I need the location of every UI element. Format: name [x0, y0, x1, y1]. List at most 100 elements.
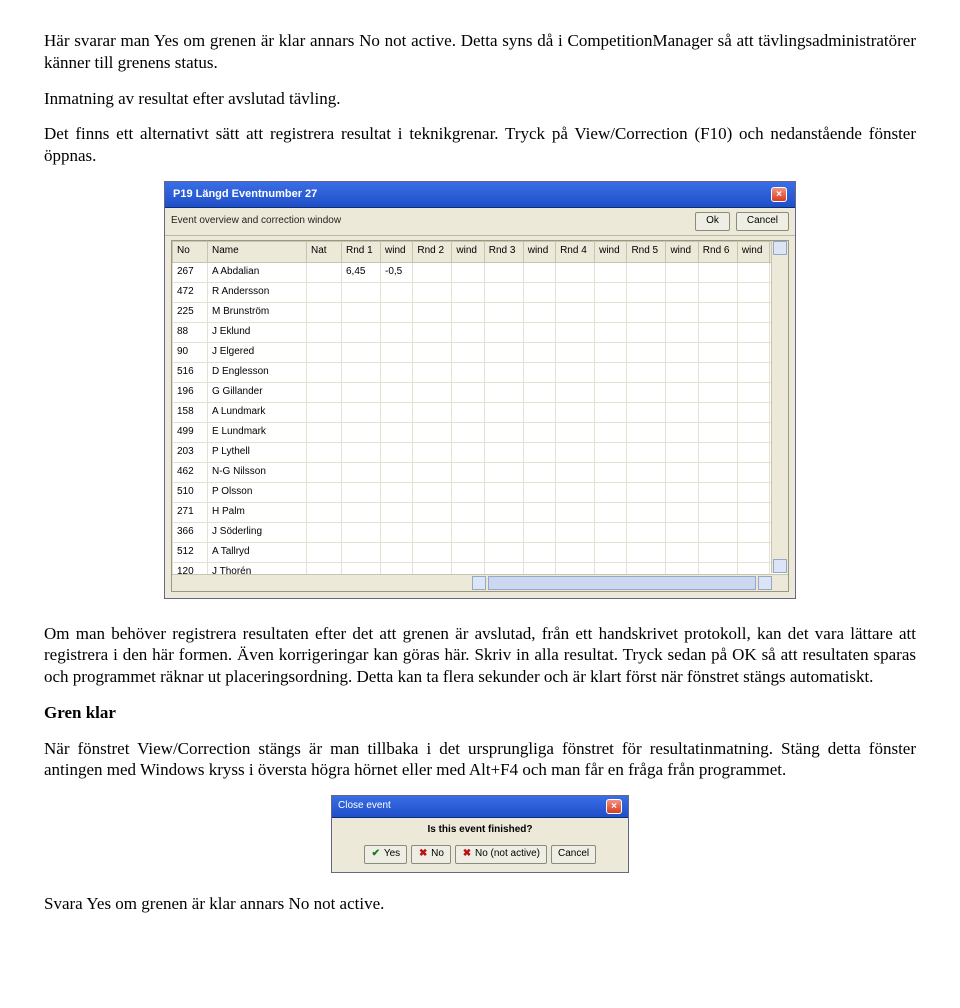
table-cell[interactable]: 516	[173, 362, 208, 382]
table-cell[interactable]	[698, 502, 737, 522]
table-cell[interactable]	[307, 302, 342, 322]
table-cell[interactable]	[595, 422, 627, 442]
no-not-active-button[interactable]: ✖No (not active)	[455, 845, 547, 864]
table-cell[interactable]	[627, 402, 666, 422]
table-cell[interactable]	[452, 502, 484, 522]
table-row[interactable]: 472R Andersson	[173, 282, 788, 302]
table-cell[interactable]: 462	[173, 462, 208, 482]
table-cell[interactable]	[737, 542, 769, 562]
table-cell[interactable]	[381, 422, 413, 442]
table-cell[interactable]	[666, 502, 698, 522]
table-cell[interactable]	[595, 442, 627, 462]
table-row[interactable]: 203P Lythell	[173, 442, 788, 462]
table-row[interactable]: 516D Englesson	[173, 362, 788, 382]
table-cell[interactable]	[698, 282, 737, 302]
table-cell[interactable]	[523, 502, 555, 522]
table-cell[interactable]: P Olsson	[208, 482, 307, 502]
vertical-scrollbar[interactable]	[771, 241, 788, 573]
table-cell[interactable]: D Englesson	[208, 362, 307, 382]
table-cell[interactable]	[627, 382, 666, 402]
table-cell[interactable]	[342, 322, 381, 342]
table-cell[interactable]	[698, 382, 737, 402]
table-cell[interactable]	[698, 402, 737, 422]
table-cell[interactable]	[342, 282, 381, 302]
table-cell[interactable]	[556, 402, 595, 422]
table-cell[interactable]	[342, 542, 381, 562]
table-cell[interactable]	[484, 382, 523, 402]
table-cell[interactable]	[484, 422, 523, 442]
table-cell[interactable]: J Söderling	[208, 522, 307, 542]
table-cell[interactable]	[666, 402, 698, 422]
table-cell[interactable]	[413, 322, 452, 342]
table-cell[interactable]: A Abdalian	[208, 262, 307, 282]
table-cell[interactable]	[666, 302, 698, 322]
table-cell[interactable]	[484, 442, 523, 462]
table-cell[interactable]	[595, 522, 627, 542]
close-icon[interactable]: ×	[606, 799, 622, 814]
table-cell[interactable]	[484, 302, 523, 322]
table-cell[interactable]	[381, 282, 413, 302]
table-cell[interactable]	[452, 402, 484, 422]
table-cell[interactable]	[523, 362, 555, 382]
table-cell[interactable]	[307, 502, 342, 522]
table-cell[interactable]	[413, 402, 452, 422]
table-cell[interactable]	[381, 482, 413, 502]
table-cell[interactable]	[452, 302, 484, 322]
table-cell[interactable]	[523, 402, 555, 422]
table-cell[interactable]	[556, 362, 595, 382]
table-cell[interactable]	[698, 262, 737, 282]
table-cell[interactable]	[666, 422, 698, 442]
table-cell[interactable]	[381, 522, 413, 542]
table-cell[interactable]	[556, 262, 595, 282]
table-cell[interactable]	[737, 402, 769, 422]
table-row[interactable]: 88J Eklund	[173, 322, 788, 342]
table-cell[interactable]	[452, 522, 484, 542]
horizontal-scrollbar[interactable]	[172, 574, 788, 591]
table-cell[interactable]	[452, 482, 484, 502]
table-cell[interactable]	[595, 362, 627, 382]
table-cell[interactable]	[381, 342, 413, 362]
table-cell[interactable]	[484, 342, 523, 362]
table-cell[interactable]: R Andersson	[208, 282, 307, 302]
table-cell[interactable]: 267	[173, 262, 208, 282]
table-cell[interactable]	[698, 522, 737, 542]
table-cell[interactable]: 203	[173, 442, 208, 462]
table-cell[interactable]	[381, 462, 413, 482]
table-cell[interactable]	[627, 502, 666, 522]
table-cell[interactable]: E Lundmark	[208, 422, 307, 442]
table-cell[interactable]	[307, 422, 342, 442]
table-cell[interactable]	[413, 342, 452, 362]
table-cell[interactable]	[627, 262, 666, 282]
table-cell[interactable]	[737, 502, 769, 522]
table-cell[interactable]: 88	[173, 322, 208, 342]
table-cell[interactable]	[627, 522, 666, 542]
table-cell[interactable]	[523, 342, 555, 362]
table-cell[interactable]	[556, 382, 595, 402]
yes-button[interactable]: ✔Yes	[364, 845, 407, 864]
table-cell[interactable]	[666, 482, 698, 502]
table-cell[interactable]	[556, 422, 595, 442]
table-cell[interactable]	[556, 502, 595, 522]
table-cell[interactable]	[452, 422, 484, 442]
table-cell[interactable]	[307, 442, 342, 462]
table-cell[interactable]	[523, 302, 555, 322]
table-cell[interactable]	[452, 542, 484, 562]
table-cell[interactable]	[413, 362, 452, 382]
table-cell[interactable]	[307, 262, 342, 282]
table-row[interactable]: 462N-G Nilsson	[173, 462, 788, 482]
table-cell[interactable]	[666, 282, 698, 302]
table-row[interactable]: 499E Lundmark	[173, 422, 788, 442]
table-cell[interactable]	[381, 542, 413, 562]
table-row[interactable]: 158A Lundmark	[173, 402, 788, 422]
table-cell[interactable]	[381, 442, 413, 462]
table-cell[interactable]: A Tallryd	[208, 542, 307, 562]
table-cell[interactable]	[737, 302, 769, 322]
table-cell[interactable]: 225	[173, 302, 208, 322]
table-cell[interactable]	[627, 282, 666, 302]
table-cell[interactable]	[484, 282, 523, 302]
table-cell[interactable]	[595, 462, 627, 482]
table-cell[interactable]	[342, 362, 381, 382]
table-cell[interactable]	[698, 422, 737, 442]
table-cell[interactable]: 196	[173, 382, 208, 402]
table-cell[interactable]	[666, 522, 698, 542]
